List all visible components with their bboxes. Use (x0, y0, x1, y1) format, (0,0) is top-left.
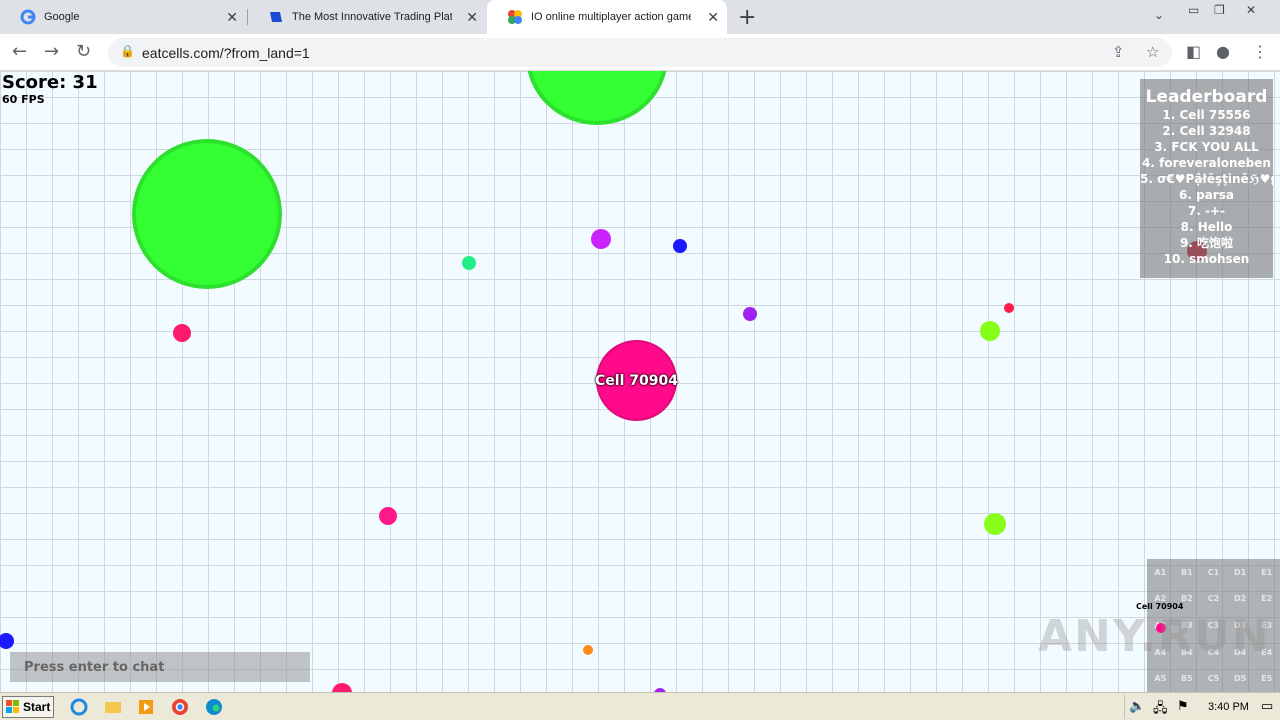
window-close-icon[interactable]: ✕ (1246, 3, 1256, 17)
bookmark-star-icon[interactable]: ☆ (1146, 43, 1159, 61)
minimap-sector: C1 (1207, 567, 1220, 577)
edge-icon[interactable] (205, 698, 223, 716)
address-bar[interactable]: 🔒 eatcells.com/?from_land=1 ⇪ ☆ (108, 38, 1172, 67)
player-name: Cell 70904 (595, 372, 678, 389)
minimap-sector: D2 (1233, 594, 1247, 604)
food-cell (984, 513, 1006, 535)
leaderboard-entry: 8. Hello (1180, 220, 1233, 234)
chrome-icon[interactable] (171, 698, 189, 716)
food-cell (673, 239, 687, 253)
tab-google[interactable]: Google ✕ (0, 0, 246, 34)
back-icon[interactable]: ← (12, 41, 27, 62)
leaderboard-entry: 1. Cell 75556 (1162, 108, 1251, 122)
chat-input[interactable] (10, 652, 310, 682)
restore-icon[interactable]: ❐ (1214, 3, 1225, 17)
food-cell (0, 633, 14, 649)
minimap-sector: D1 (1233, 567, 1247, 577)
taskbar: Start 🔈 🖧 ⚑ ▭ 3:40 PM (0, 692, 1280, 720)
show-desktop-icon[interactable]: ▭ (1261, 699, 1273, 714)
system-tray: 🔈 🖧 ⚑ ▭ (1124, 695, 1280, 719)
url-text[interactable]: eatcells.com/?from_land=1 (142, 45, 310, 61)
leaderboard-entry: 10. smohsen (1163, 252, 1250, 266)
minimap-sector: A1 (1154, 567, 1167, 577)
minimap-sector: E5 (1261, 674, 1273, 684)
taskbar-clock: 3:40 PM (1208, 701, 1249, 713)
side-panel-icon[interactable]: ◧ (1186, 42, 1201, 61)
leaderboard-entry: 2. Cell 32948 (1162, 124, 1251, 138)
close-icon[interactable]: ✕ (466, 9, 478, 26)
tab-search-chevron-icon[interactable]: ⌄ (1154, 8, 1164, 22)
leaderboard-entry: 9. 吃饱啦 (1179, 236, 1234, 250)
watermark-logo: ANY.RUN (1038, 611, 1271, 662)
close-icon[interactable]: ✕ (226, 9, 238, 26)
browser-toolbar: ← → ↻ 🔒 eatcells.com/?from_land=1 ⇪ ☆ ◧ … (0, 34, 1280, 71)
food-cell (1004, 303, 1014, 313)
leaderboard: Leaderboard 1. Cell 75556 2. Cell 32948 … (1140, 79, 1273, 278)
profile-avatar-icon[interactable]: ● (1216, 42, 1230, 61)
reload-icon[interactable]: ↻ (76, 41, 91, 62)
tab-title: The Most Innovative Trading Platform (292, 11, 452, 23)
start-label: Start (23, 700, 51, 714)
minimap-sector: B1 (1181, 567, 1193, 577)
minimap-player-label: Cell 70904 (1136, 602, 1184, 611)
virus-cell (136, 143, 278, 285)
leaderboard-entry: 6. parsa (1179, 188, 1234, 202)
player-cell: Cell 70904 (595, 340, 678, 421)
close-icon[interactable]: ✕ (707, 9, 719, 26)
minimap-sector: C2 (1207, 594, 1220, 604)
start-button[interactable]: Start (2, 696, 54, 718)
windows-logo-icon (6, 700, 19, 713)
menu-kebab-icon[interactable]: ⋮ (1252, 42, 1268, 61)
food-cell (332, 683, 352, 692)
leaderboard-entry: 7. -+- (1187, 204, 1226, 218)
minimap-sector: B5 (1181, 674, 1193, 684)
leaderboard-entry: 4. foreveraloneben (1142, 156, 1271, 170)
tab-trading[interactable]: The Most Innovative Trading Platform ✕ (248, 0, 486, 34)
leaderboard-entry: 5. σ€♥Pậłěşţiněℌ♥ൠ (1140, 172, 1273, 186)
chat-box[interactable] (10, 652, 310, 682)
minimap-sector: E2 (1261, 594, 1273, 604)
leaderboard-entry: 3. FCK YOU ALL (1154, 140, 1259, 154)
tab-title: IO online multiplayer action game. St (531, 11, 691, 23)
fps-display: 60 FPS (2, 93, 45, 106)
internet-explorer-icon[interactable] (70, 698, 88, 716)
tab-title: Google (44, 11, 80, 23)
minimize-icon[interactable]: ▭ (1188, 3, 1199, 17)
food-cell (462, 256, 476, 270)
food-cell (591, 229, 611, 249)
trading-icon (270, 12, 282, 22)
folder-icon[interactable] (104, 698, 122, 716)
score-display: Score: 31 (2, 72, 98, 93)
food-cell (980, 321, 1000, 341)
game-icon (508, 10, 522, 24)
network-icon[interactable]: 🖧 (1153, 699, 1168, 721)
food-cell (583, 645, 593, 655)
game-canvas[interactable]: Cell 70904 Score: 31 60 FPS Leaderboard … (0, 71, 1280, 692)
minimap-sector: E1 (1261, 567, 1273, 577)
food-cell (173, 324, 191, 342)
food-cell (743, 307, 757, 321)
share-icon[interactable]: ⇪ (1112, 43, 1125, 61)
lock-icon[interactable]: 🔒 (120, 44, 135, 58)
new-tab-button[interactable]: + (738, 5, 756, 30)
forward-icon[interactable]: → (44, 41, 59, 62)
minimap-sector: C5 (1207, 674, 1220, 684)
leaderboard-title: Leaderboard (1145, 87, 1268, 107)
volume-icon[interactable]: 🔈 (1129, 699, 1145, 714)
media-player-icon[interactable] (137, 698, 155, 716)
google-icon (20, 9, 36, 25)
food-cell (379, 507, 397, 525)
flag-icon[interactable]: ⚑ (1177, 699, 1189, 714)
tab-strip: Google ✕ The Most Innovative Trading Pla… (0, 0, 1280, 34)
virus-cell (530, 71, 664, 121)
minimap-sector: A5 (1154, 674, 1167, 684)
tab-game[interactable]: IO online multiplayer action game. St ✕ (487, 0, 727, 34)
minimap-sector: D5 (1233, 674, 1247, 684)
